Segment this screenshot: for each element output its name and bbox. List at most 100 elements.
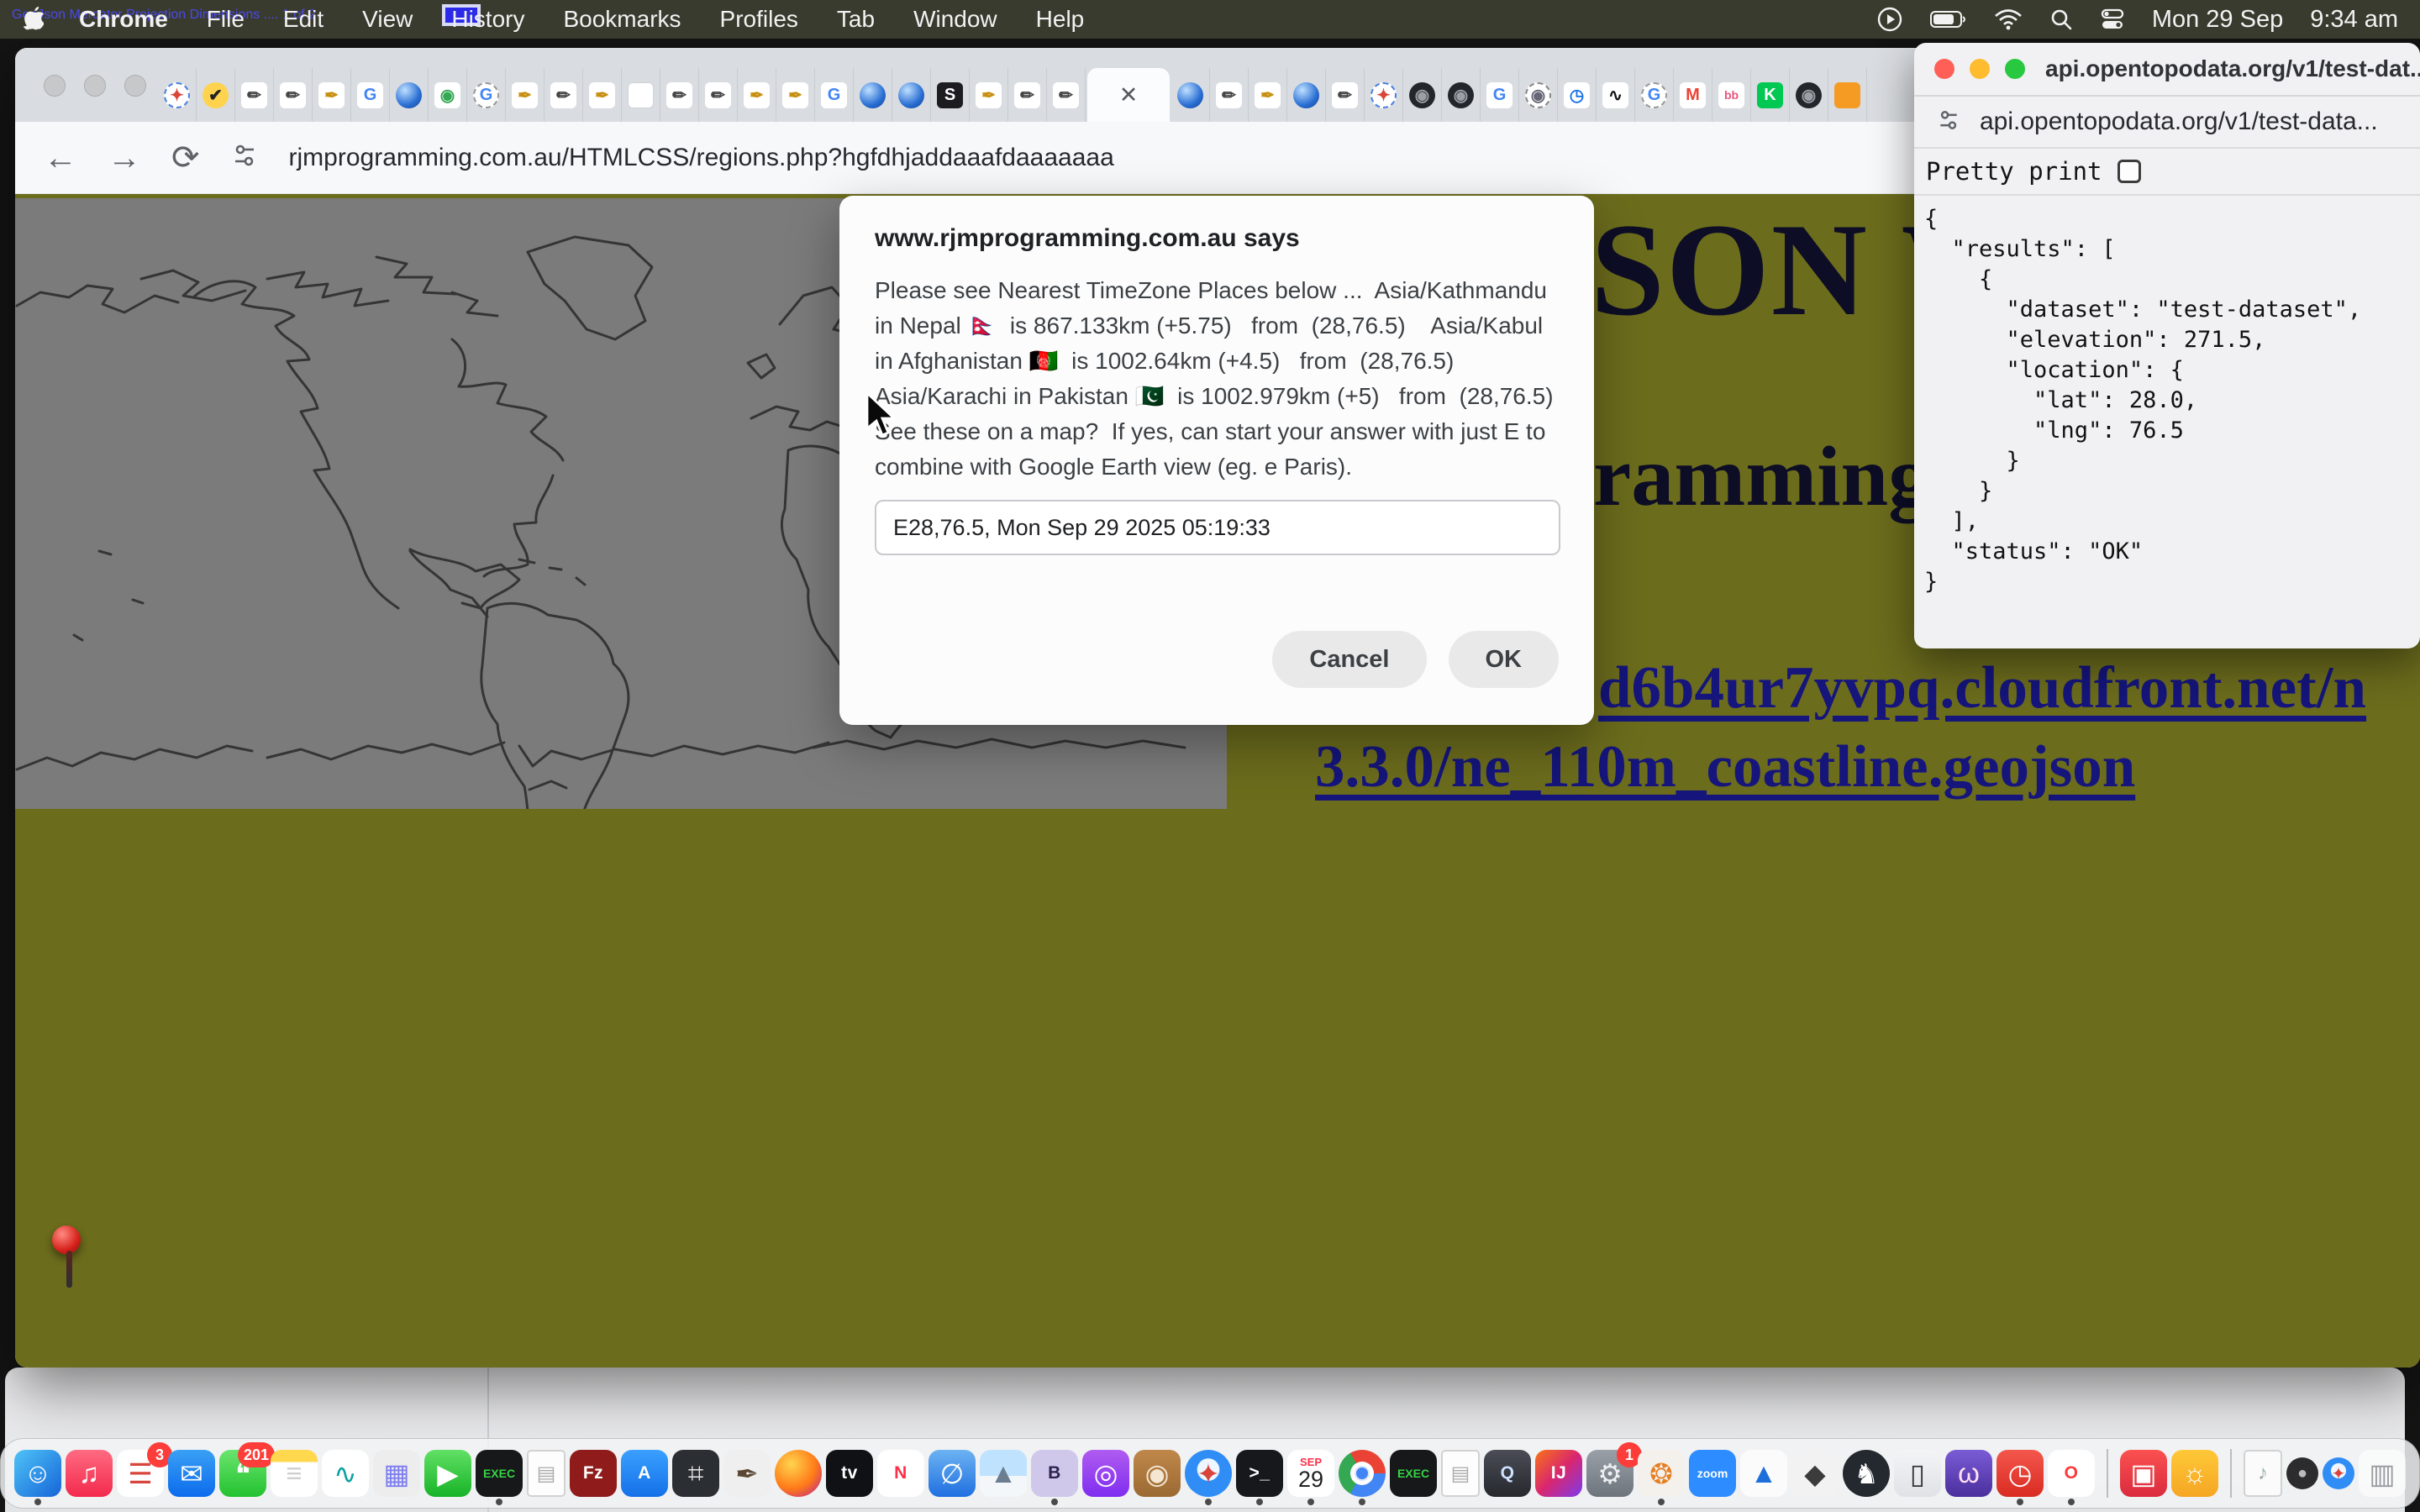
dock-item-terminal[interactable]: >_ [1236, 1450, 1283, 1497]
dock-item-minimized-safari[interactable]: ✦ [2323, 1457, 2354, 1489]
close-window-button[interactable] [1934, 59, 1954, 79]
tab-sdoc[interactable]: S [931, 68, 970, 122]
dock-item-freeform[interactable]: ∿ [322, 1450, 369, 1497]
dock-item-reminders[interactable]: ☰3 [117, 1450, 164, 1497]
dock-item-image-capture[interactable]: ▲ [980, 1450, 1027, 1497]
tab-edit[interactable]: ✏ [699, 68, 738, 122]
menu-help[interactable]: Help [1036, 6, 1085, 33]
dock-item-libreoffice-start[interactable]: ▤ [527, 1450, 566, 1497]
dock-item-pet-app[interactable]: ω [1945, 1450, 1992, 1497]
menu-profiles[interactable]: Profiles [720, 6, 798, 33]
dock-item-podcasts[interactable]: ◎ [1082, 1450, 1129, 1497]
menu-edit[interactable]: Edit [283, 6, 324, 33]
tab-compass-check[interactable]: ✔ [197, 68, 235, 122]
tab-google[interactable]: G [1481, 68, 1519, 122]
wifi-icon[interactable] [1994, 8, 2023, 30]
geojson-link-line1[interactable]: d6b4ur7yvpq.cloudfront.net/n [1598, 654, 2366, 722]
tab-abc[interactable]: ∿ [1597, 68, 1635, 122]
dock-item-github-desktop[interactable]: ♞ [1843, 1450, 1890, 1497]
dock-item-bbedit[interactable]: B [1031, 1450, 1078, 1497]
dialog-input[interactable] [875, 500, 1560, 555]
tab-earth[interactable] [854, 68, 892, 122]
tab-kayo[interactable]: K [1751, 68, 1790, 122]
dock-item-terminal-exec[interactable]: EXEC [476, 1450, 523, 1497]
back-button[interactable]: ← [44, 141, 77, 175]
dock-item-trash[interactable]: ▥ [2359, 1450, 2406, 1497]
dock-item-chrome[interactable] [1339, 1450, 1386, 1497]
tab-chrome-dark[interactable]: ◉ [1790, 68, 1828, 122]
dock-item-firefox[interactable] [775, 1450, 822, 1497]
dock-item-apple-tv[interactable]: tv [826, 1450, 873, 1497]
spotlight-search-icon[interactable] [2049, 8, 2073, 31]
dock-item-speedtest-gauge[interactable]: ◷ [1996, 1450, 2044, 1497]
dock-item-quicktime[interactable]: Q [1484, 1450, 1531, 1497]
menu-chrome[interactable]: Chrome [79, 6, 168, 33]
tab-edit[interactable]: ✏ [660, 68, 699, 122]
dock-item-minimized-app[interactable]: ● [2286, 1457, 2318, 1489]
geojson-link-line2[interactable]: 3.3.0/ne_110m_coastline.geojson [1315, 733, 2135, 801]
tab-edit-color[interactable]: ✒ [313, 68, 351, 122]
dock-item-safari[interactable]: ✦ [1185, 1450, 1232, 1497]
dock-item-music-file[interactable]: ♪ [2244, 1450, 2282, 1497]
dock-item-calculator[interactable]: ⌗ [672, 1450, 719, 1497]
dock-item-opera[interactable]: O [2048, 1450, 2095, 1497]
tab-edit[interactable]: ✏ [235, 68, 274, 122]
tab-edit-color[interactable]: ✒ [506, 68, 544, 122]
dock-item-app-store[interactable]: A [621, 1450, 668, 1497]
tab-compass[interactable]: ✦ [158, 68, 197, 122]
menu-bookmarks[interactable]: Bookmarks [563, 6, 681, 33]
map-pin[interactable] [52, 1226, 86, 1303]
tab-edit-color[interactable]: ✒ [776, 68, 815, 122]
minimize-window-button[interactable] [84, 75, 106, 97]
dock-item-terminal-exec-2[interactable]: EXEC [1390, 1450, 1437, 1497]
tab-earth[interactable] [1171, 68, 1210, 122]
tab-edit[interactable]: ✏ [1047, 68, 1086, 122]
tab-gmail[interactable]: M [1674, 68, 1712, 122]
menu-file[interactable]: File [207, 6, 245, 33]
site-settings-icon[interactable] [230, 141, 259, 174]
tab-google[interactable]: G [815, 68, 854, 122]
tab-maps[interactable]: ◉ [429, 68, 467, 122]
reload-button[interactable]: ⟳ [171, 141, 200, 175]
address-bar[interactable]: rjmprogramming.com.au/HTMLCSS/regions.ph… [289, 144, 1114, 172]
dock-item-gimp[interactable]: ✒ [723, 1450, 771, 1497]
api-address-bar[interactable]: api.opentopodata.org/v1/test-data... [1980, 108, 2378, 136]
tab-edit[interactable]: ✏ [544, 68, 583, 122]
dock-item-finder[interactable]: ☺ [14, 1450, 61, 1497]
dock-item-filezilla[interactable]: Fz [570, 1450, 617, 1497]
battery-icon[interactable] [1930, 9, 1967, 29]
tab-google-dashed[interactable]: G [467, 68, 506, 122]
ok-button[interactable]: OK [1449, 631, 1560, 688]
tab-edit-color[interactable]: ✒ [583, 68, 622, 122]
tab-earth[interactable] [1287, 68, 1326, 122]
forward-button[interactable]: → [108, 141, 141, 175]
tab-edit-color[interactable]: ✒ [1249, 68, 1287, 122]
dock-item-libreoffice[interactable]: ▤ [1441, 1450, 1480, 1497]
pretty-print-checkbox[interactable] [2118, 160, 2141, 183]
dock-item-news[interactable]: N [877, 1450, 924, 1497]
apple-menu-icon[interactable] [22, 6, 44, 33]
dock-item-intellij-idea[interactable]: IJ [1535, 1450, 1582, 1497]
tab-chrome-dark[interactable]: ◉ [1403, 68, 1442, 122]
tab-edit-color[interactable]: ✒ [970, 68, 1008, 122]
tab-doc[interactable] [622, 68, 660, 122]
tab-compass[interactable]: ✦ [1365, 68, 1403, 122]
menu-history[interactable]: History [451, 6, 524, 33]
tab-chrome-dashed[interactable]: ◉ [1519, 68, 1558, 122]
menu-clock-date[interactable]: Mon 29 Sep [2152, 6, 2283, 34]
dock-item-music[interactable]: ♫ [66, 1450, 113, 1497]
tab-britbox[interactable]: bb [1712, 68, 1751, 122]
close-tab-icon[interactable]: ✕ [1119, 82, 1139, 108]
tab-earth[interactable] [892, 68, 931, 122]
tab-earth[interactable] [390, 68, 429, 122]
menu-window[interactable]: Window [913, 6, 997, 33]
close-window-button[interactable] [44, 75, 66, 97]
zoom-window-button[interactable] [2005, 59, 2025, 79]
dock-item-mail[interactable]: ✉ [168, 1450, 215, 1497]
dock-item-zoom[interactable]: zoom [1689, 1450, 1736, 1497]
tab-edit[interactable]: ✏ [1210, 68, 1249, 122]
dock-item-notes[interactable]: ≡ [271, 1450, 318, 1497]
tab-history[interactable]: ◷ [1558, 68, 1597, 122]
dock-item-facetime[interactable]: ▶ [424, 1450, 471, 1497]
playback-icon[interactable] [1876, 6, 1903, 33]
